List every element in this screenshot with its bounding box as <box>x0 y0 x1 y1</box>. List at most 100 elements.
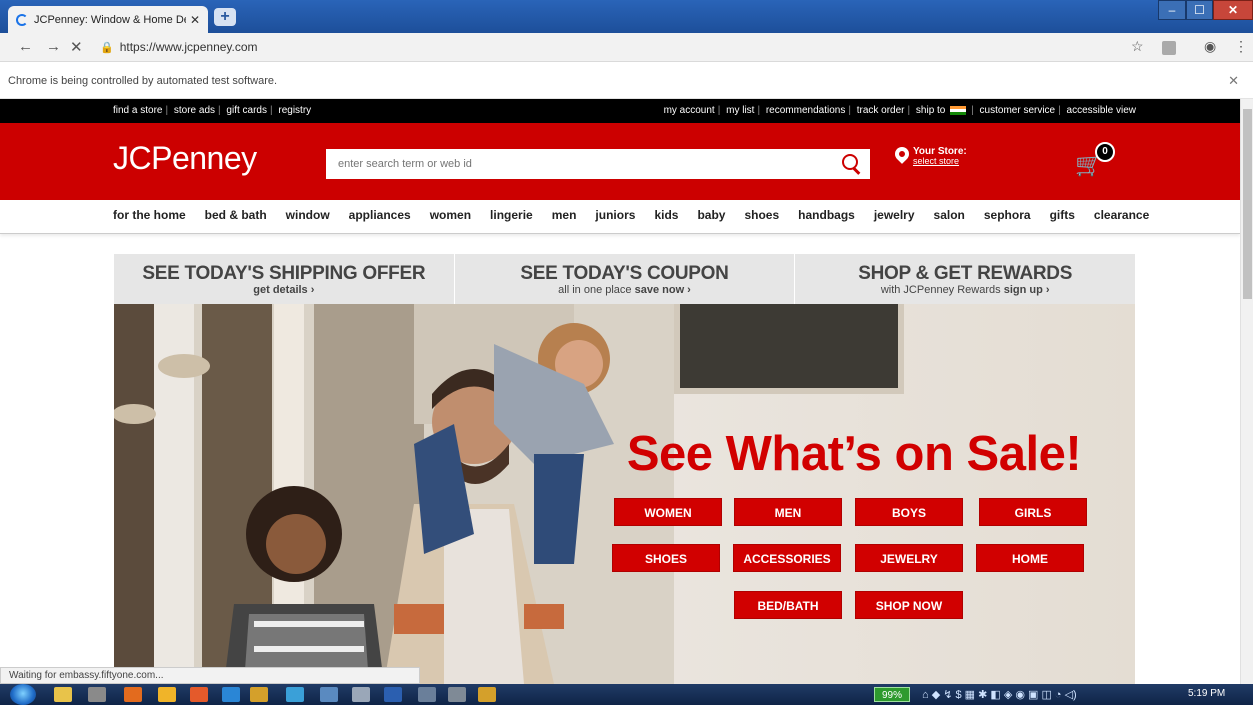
site-header: JCPenney Your Store: select store 🛒 0 <box>0 123 1240 200</box>
find-store-link[interactable]: find a store <box>113 105 162 116</box>
profile-icon[interactable]: ◉ <box>1204 38 1216 55</box>
browser-titlebar: JCPenney: Window & Home Dec ✕ + – ☐ ✕ <box>0 0 1253 33</box>
shop-now-button[interactable]: SHOP NOW <box>855 591 963 619</box>
sale-boys-button[interactable]: BOYS <box>855 498 963 526</box>
nav-item-salon[interactable]: salon <box>934 208 965 222</box>
nav-item-appliances[interactable]: appliances <box>349 208 411 222</box>
status-bubble: Waiting for embassy.fiftyone.com... <box>0 667 420 684</box>
battery-indicator[interactable]: 99% <box>874 687 910 702</box>
app-icon[interactable] <box>320 687 338 702</box>
my-list-link[interactable]: my list <box>726 105 754 116</box>
nav-item-handbags[interactable]: handbags <box>798 208 855 222</box>
accessible-view-link[interactable]: accessible view <box>1067 105 1136 116</box>
start-button-icon[interactable] <box>10 684 36 705</box>
extension-icon[interactable] <box>1162 41 1176 55</box>
sale-men-button[interactable]: MEN <box>734 498 842 526</box>
lock-icon: 🔒 <box>100 42 114 54</box>
sale-women-button[interactable]: WOMEN <box>614 498 722 526</box>
customer-service-link[interactable]: customer service <box>980 105 1056 116</box>
track-order-link[interactable]: track order <box>857 105 905 116</box>
hero-banner[interactable]: See What’s on Sale! WOMEN MEN BOYS GIRLS… <box>114 304 1135 684</box>
nav-item-jewelry[interactable]: jewelry <box>874 208 915 222</box>
promo-title: SHOP & GET REWARDS <box>858 263 1073 284</box>
window-minimize-button[interactable]: – <box>1158 0 1186 20</box>
tab-close-icon[interactable]: ✕ <box>190 13 200 27</box>
folder-icon[interactable] <box>158 687 176 702</box>
scrollbar-thumb[interactable] <box>1243 109 1252 299</box>
registry-link[interactable]: registry <box>278 105 311 116</box>
get-details-link[interactable]: get details › <box>253 284 314 296</box>
nav-item-juniors[interactable]: juniors <box>595 208 635 222</box>
app-icon[interactable] <box>448 687 466 702</box>
rewards-promo[interactable]: SHOP & GET REWARDS with JCPenney Rewards… <box>795 254 1135 304</box>
sale-girls-button[interactable]: GIRLS <box>979 498 1087 526</box>
sale-shoes-button[interactable]: SHOES <box>612 544 720 572</box>
forward-arrow-icon[interactable]: → <box>46 38 61 55</box>
new-tab-button[interactable]: + <box>214 8 236 26</box>
app-icon[interactable] <box>418 687 436 702</box>
infobar-close-icon[interactable]: ✕ <box>1228 63 1239 99</box>
file-explorer-icon[interactable] <box>54 687 72 702</box>
media-player-icon[interactable] <box>88 687 106 702</box>
nav-item-lingerie[interactable]: lingerie <box>490 208 533 222</box>
nav-item-kids[interactable]: kids <box>654 208 678 222</box>
coupon-promo[interactable]: SEE TODAY'S COUPON all in one place save… <box>455 254 796 304</box>
nav-item-baby[interactable]: baby <box>697 208 725 222</box>
window-maximize-button[interactable]: ☐ <box>1186 0 1213 20</box>
address-bar[interactable]: 🔒 https://www.jcpenney.com <box>100 37 1120 58</box>
tab-title: JCPenney: Window & Home Dec <box>34 13 186 26</box>
word-icon[interactable] <box>384 687 402 702</box>
internet-explorer-icon[interactable] <box>222 687 240 702</box>
cart-button[interactable]: 🛒 0 <box>1073 142 1115 177</box>
nav-item-clearance[interactable]: clearance <box>1094 208 1149 222</box>
utility-links-right: my account | my list | recommendations | tr… <box>663 105 1136 116</box>
windows-taskbar: 99% ⌂ ◆ ↯ $ ▦ ✱ ◧ ◈ ◉ ▣ ◫ ◔ ◁) 5:19 PM <box>0 684 1253 705</box>
nav-item-women[interactable]: women <box>430 208 471 222</box>
sign-up-link[interactable]: sign up › <box>1004 284 1050 296</box>
promo-strip: SEE TODAY'S SHIPPING OFFER get details ›… <box>114 254 1135 304</box>
save-now-link[interactable]: save now › <box>635 284 691 296</box>
window-close-button[interactable]: ✕ <box>1213 0 1253 20</box>
store-ads-link[interactable]: store ads <box>174 105 215 116</box>
bookmark-star-icon[interactable]: ☆ <box>1131 38 1144 55</box>
sale-bed-bath-button[interactable]: BED/BATH <box>734 591 842 619</box>
network-icon[interactable] <box>286 687 304 702</box>
search-input[interactable] <box>326 149 816 179</box>
cart-count-badge: 0 <box>1095 142 1115 162</box>
app-icon[interactable] <box>352 687 370 702</box>
chrome-active-icon[interactable] <box>478 687 496 702</box>
nav-item-gifts[interactable]: gifts <box>1050 208 1075 222</box>
chrome-icon[interactable] <box>250 687 268 702</box>
nav-item-bed-bath[interactable]: bed & bath <box>205 208 267 222</box>
page-scrollbar[interactable] <box>1240 99 1253 685</box>
nav-item-for-the-home[interactable]: for the home <box>113 208 186 222</box>
nav-item-men[interactable]: men <box>552 208 577 222</box>
gift-cards-link[interactable]: gift cards <box>226 105 267 116</box>
my-account-link[interactable]: my account <box>664 105 715 116</box>
jcpenney-logo[interactable]: JCPenney <box>113 140 257 177</box>
firefox-alt-icon[interactable] <box>190 687 208 702</box>
india-flag-icon <box>950 105 967 115</box>
hero-headline: See What’s on Sale! <box>626 427 1082 481</box>
shipping-offer-promo[interactable]: SEE TODAY'S SHIPPING OFFER get details › <box>114 254 455 304</box>
sale-jewelry-button[interactable]: JEWELRY <box>855 544 963 572</box>
select-store-link[interactable]: select store <box>913 156 959 166</box>
taskbar-clock[interactable]: 5:19 PM <box>1188 688 1225 699</box>
utility-links-left: find a store | store ads | gift cards | reg… <box>113 105 312 116</box>
ship-to-link[interactable]: ship to <box>916 105 945 116</box>
sale-accessories-button[interactable]: ACCESSORIES <box>733 544 841 572</box>
recommendations-link[interactable]: recommendations <box>766 105 845 116</box>
browser-tab[interactable]: JCPenney: Window & Home Dec ✕ <box>8 6 208 33</box>
firefox-icon[interactable] <box>124 687 142 702</box>
back-arrow-icon[interactable]: ← <box>18 38 33 55</box>
promo-title: SEE TODAY'S SHIPPING OFFER <box>142 263 426 284</box>
nav-item-window[interactable]: window <box>286 208 330 222</box>
stop-loading-icon[interactable]: ✕ <box>70 38 83 56</box>
promo-subtitle: all in one place save now › <box>558 284 691 296</box>
nav-item-shoes[interactable]: shoes <box>744 208 779 222</box>
nav-item-sephora[interactable]: sephora <box>984 208 1031 222</box>
search-icon[interactable] <box>842 154 858 170</box>
tray-icons[interactable]: ⌂ ◆ ↯ $ ▦ ✱ ◧ ◈ ◉ ▣ ◫ ◔ ◁) <box>922 688 1077 701</box>
sale-home-button[interactable]: HOME <box>976 544 1084 572</box>
menu-dots-icon[interactable]: ⋮ <box>1234 38 1248 55</box>
